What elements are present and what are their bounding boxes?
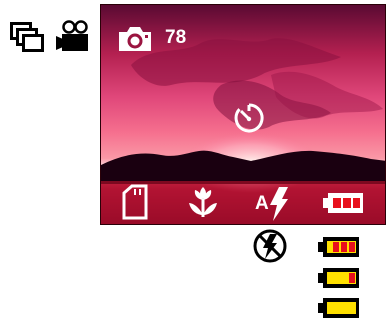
battery-low-icon [323, 192, 365, 214]
battery-low [318, 237, 360, 257]
camera-icon [117, 25, 153, 53]
flash-mode-label: A [255, 193, 269, 214]
auto-flash-icon [269, 187, 289, 221]
shots-remaining: 78 [165, 27, 187, 48]
battery-medium [318, 268, 360, 288]
battery-full [318, 298, 360, 318]
macro-flower-icon [187, 185, 219, 219]
video-camera-icon [56, 20, 92, 54]
sd-card-icon [121, 184, 149, 220]
self-timer-icon [232, 101, 266, 135]
multi-window-icon [10, 22, 44, 52]
lcd-status-bar: A [101, 181, 385, 224]
flash-off-icon [252, 228, 288, 264]
lcd-preview: 78 A [100, 4, 386, 225]
